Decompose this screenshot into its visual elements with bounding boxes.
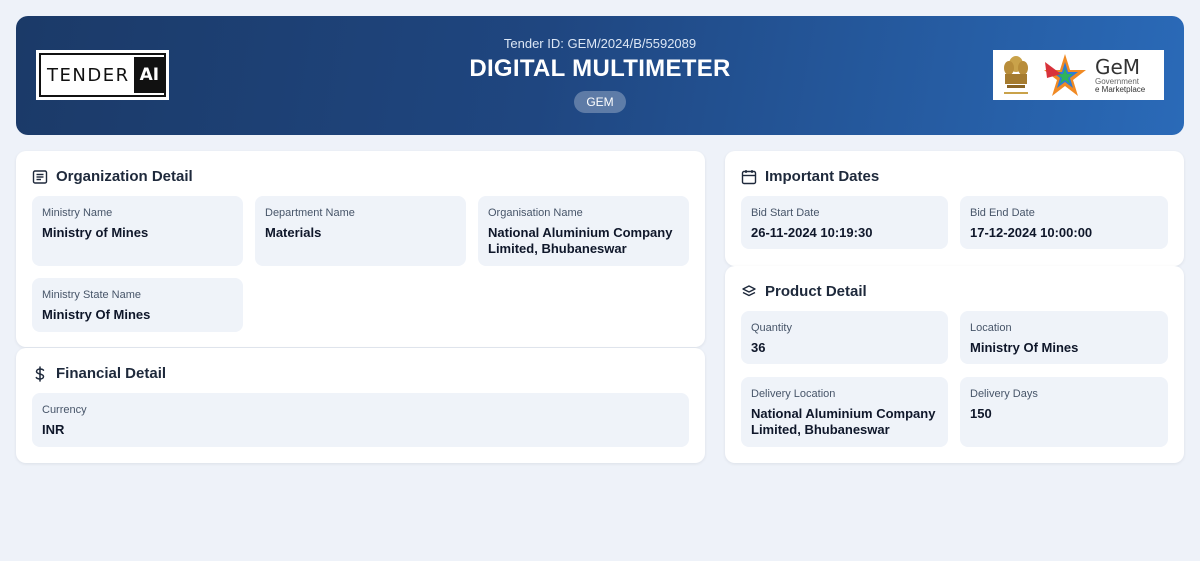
field-value: 150 — [970, 406, 992, 421]
field-delivery-days: Delivery Days 150 — [960, 377, 1168, 447]
important-dates-card: Important Dates Bid Start Date 26-11-202… — [725, 151, 1184, 266]
field-value: National Aluminium Company Limited, Bhub… — [751, 406, 936, 437]
field-label: Currency — [42, 404, 87, 416]
list-icon — [32, 169, 48, 184]
field-delivery-location: Delivery Location National Aluminium Com… — [741, 377, 948, 447]
card-title-text: Financial Detail — [56, 365, 167, 382]
financial-detail-card: Financial Detail Currency INR — [16, 348, 705, 463]
field-label: Department Name — [265, 207, 355, 219]
field-value: National Aluminium Company Limited, Bhub… — [488, 225, 673, 256]
field-value: Ministry Of Mines — [970, 340, 1079, 355]
field-label: Bid Start Date — [751, 207, 820, 219]
source-badge: GEM — [574, 91, 626, 113]
card-title-text: Product Detail — [765, 283, 867, 300]
field-label: Ministry State Name — [42, 289, 142, 301]
card-title-text: Important Dates — [765, 168, 880, 185]
field-value: Ministry Of Mines — [42, 307, 151, 322]
gem-logo: GeM Government e Marketplace — [993, 50, 1164, 100]
tender-id: Tender ID: GEM/2024/B/5592089 — [503, 36, 697, 51]
field-label: Organisation Name — [488, 207, 583, 219]
field-ministry-name: Ministry Name Ministry of Mines — [32, 196, 243, 266]
field-value: 26-11-2024 10:19:30 — [751, 225, 873, 240]
product-detail-card: Product Detail Quantity 36 Location Mini… — [725, 266, 1184, 463]
field-location: Location Ministry Of Mines — [960, 311, 1168, 364]
gem-text: GeM Government e Marketplace — [1095, 57, 1145, 94]
calendar-icon — [741, 169, 757, 184]
layers-icon — [742, 284, 756, 296]
gem-line2: e Marketplace — [1095, 84, 1146, 94]
important-dates-title: Important Dates — [741, 168, 879, 185]
field-value: Ministry of Mines — [42, 225, 149, 240]
field-value: 36 — [751, 340, 766, 355]
field-label: Delivery Location — [751, 388, 836, 400]
field-bid-start-date: Bid Start Date 26-11-2024 10:19:30 — [741, 196, 948, 249]
financial-detail-title: Financial Detail — [32, 365, 166, 382]
field-label: Delivery Days — [970, 388, 1038, 400]
field-organisation-name: Organisation Name National Aluminium Com… — [478, 196, 689, 266]
field-value: 17-12-2024 10:00:00 — [970, 225, 1093, 240]
field-label: Bid End Date — [970, 207, 1035, 219]
field-label: Ministry Name — [42, 207, 113, 219]
field-ministry-state-name: Ministry State Name Ministry Of Mines — [32, 278, 243, 332]
national-emblem-icon — [1004, 56, 1028, 94]
field-bid-end-date: Bid End Date 17-12-2024 10:00:00 — [960, 196, 1168, 249]
card-title-text: Organization Detail — [56, 168, 193, 185]
field-value: Materials — [265, 225, 322, 240]
gem-name: GeM — [1095, 54, 1141, 79]
tender-header: TENDER AI Tender ID: GEM/2024/B/5592089 … — [16, 16, 1184, 135]
organization-detail-title: Organization Detail — [32, 168, 193, 185]
dollar-icon — [35, 365, 45, 382]
gem-star-icon — [1044, 54, 1086, 96]
field-currency: Currency INR — [32, 393, 689, 447]
organization-detail-card: Organization Detail Ministry Name Minist… — [16, 151, 705, 347]
product-detail-title: Product Detail — [741, 283, 867, 300]
field-label: Location — [970, 322, 1012, 334]
field-quantity: Quantity 36 — [741, 311, 948, 364]
field-department-name: Department Name Materials — [255, 196, 466, 266]
field-label: Quantity — [751, 322, 792, 334]
field-value: INR — [42, 422, 65, 437]
